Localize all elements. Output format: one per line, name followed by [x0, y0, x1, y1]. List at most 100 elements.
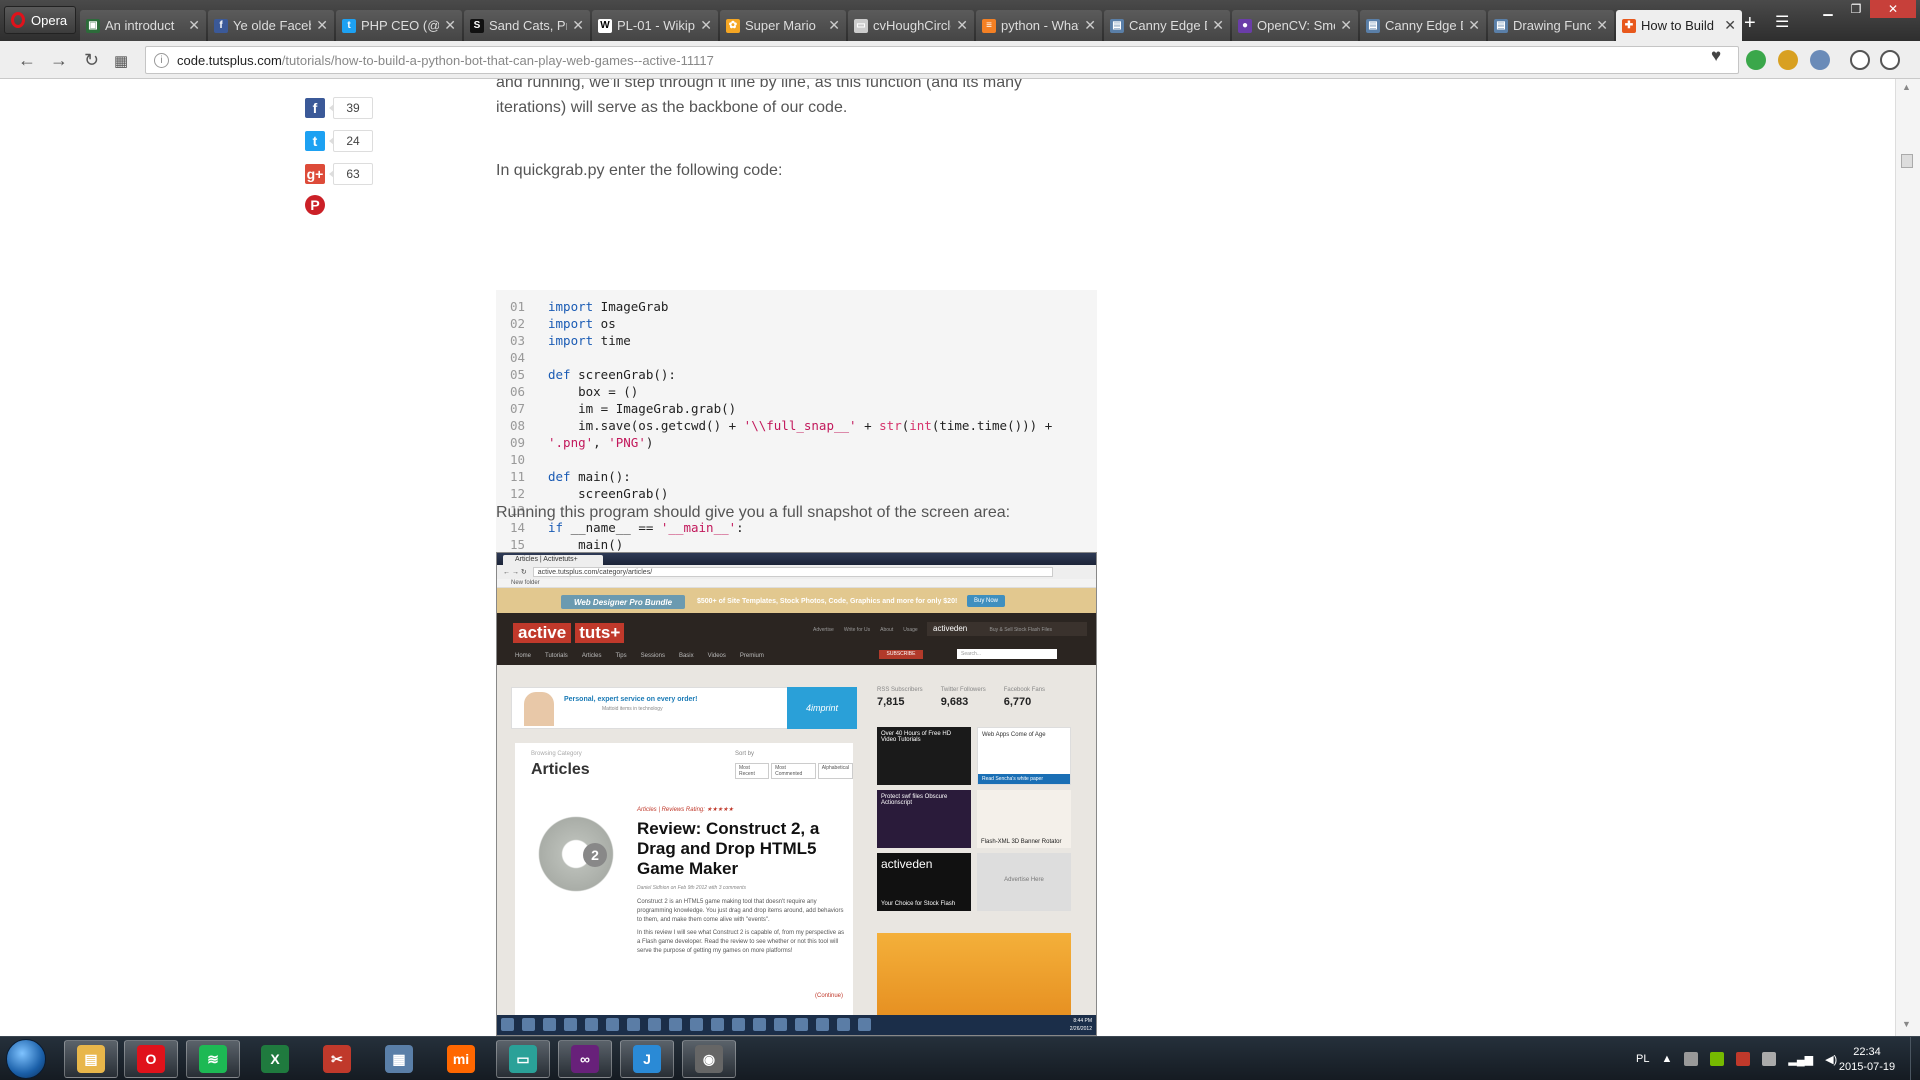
share-google-plus[interactable]: g+ 63: [305, 163, 373, 185]
taskbar-app-explorer[interactable]: ▤: [64, 1040, 118, 1078]
tab-close-icon[interactable]: ✕: [700, 17, 712, 34]
line-number: 04: [510, 350, 526, 365]
back-icon[interactable]: ←: [18, 50, 36, 71]
extension-gear-icon[interactable]: [1810, 50, 1830, 70]
close-window-icon[interactable]: ✕: [1870, 0, 1916, 18]
tray-nvidia-icon[interactable]: [1710, 1052, 1725, 1066]
browser-tab[interactable]: ✿ Super Mario ✕: [720, 10, 846, 41]
shot-subscribe: SUBSCRIBE: [879, 650, 923, 659]
start-button[interactable]: [6, 1039, 46, 1079]
browser-tab[interactable]: ▤ Canny Edge D ✕: [1360, 10, 1486, 41]
opera-icon: O: [137, 1045, 165, 1073]
speed-dial-icon[interactable]: ▦: [114, 52, 128, 70]
tab-close-icon[interactable]: ✕: [1468, 17, 1480, 34]
browser-tab[interactable]: W PL-01 - Wikip ✕: [592, 10, 718, 41]
tab-menu-icon[interactable]: ☰: [1775, 12, 1789, 32]
browser-tab[interactable]: ▤ Drawing Func ✕: [1488, 10, 1614, 41]
page-scrollbar[interactable]: ▲ ▼: [1896, 79, 1920, 1036]
browser-tab[interactable]: t PHP CEO (@PH ✕: [336, 10, 462, 41]
taskbar-app-game-pad[interactable]: ◉: [682, 1040, 736, 1078]
google-plus-icon[interactable]: g+: [305, 164, 325, 184]
shot-nav-item: Tutorials: [545, 653, 568, 659]
browser-tab[interactable]: ≡ python - What ✕: [976, 10, 1102, 41]
address-bar[interactable]: i code.tutsplus.com/tutorials/how-to-bui…: [145, 46, 1739, 74]
clock-time: 22:34: [1853, 1046, 1881, 1058]
forward-icon[interactable]: →: [50, 50, 68, 71]
tray-device-icon[interactable]: [1762, 1052, 1777, 1066]
taskbar-app-paint-tool[interactable]: ✂: [310, 1040, 364, 1078]
tab-close-icon[interactable]: ✕: [316, 17, 328, 34]
scroll-thumb[interactable]: [1901, 154, 1913, 168]
download-icon[interactable]: [1850, 50, 1870, 70]
shot-continue-link: (Continue): [815, 993, 844, 999]
tray-app-icon[interactable]: [1684, 1052, 1699, 1066]
url-domain: code.tutsplus.com: [177, 52, 282, 68]
browser-tab[interactable]: ▭ cvHoughCircle ✕: [848, 10, 974, 41]
shot-stat-label: RSS Subscribers: [877, 687, 923, 693]
browser-tab[interactable]: ● OpenCV: Smo ✕: [1232, 10, 1358, 41]
article-paragraph-intro: In quickgrab.py enter the following code…: [496, 162, 783, 179]
taskbar-app-opera[interactable]: O: [124, 1040, 178, 1078]
tab-close-icon[interactable]: ✕: [572, 17, 584, 34]
browser-tab[interactable]: ✚ How to Build ✕: [1616, 10, 1742, 41]
tab-close-icon[interactable]: ✕: [828, 17, 840, 34]
taskbar-app-excel[interactable]: X: [248, 1040, 302, 1078]
shot-stat: Facebook Fans 6,770: [1004, 687, 1045, 708]
tab-close-icon[interactable]: ✕: [444, 17, 456, 34]
stash-heart-icon[interactable]: ♥: [1711, 46, 1721, 66]
shot-ad-person: [524, 692, 554, 726]
show-desktop-button[interactable]: [1910, 1037, 1920, 1080]
facebook-icon[interactable]: f: [305, 98, 325, 118]
taskbar-app-spotify[interactable]: ≋: [186, 1040, 240, 1078]
shot-nav-item: Tips: [615, 653, 627, 659]
system-clock[interactable]: 22:34 2015-07-19: [1832, 1045, 1902, 1075]
browser-tab[interactable]: S Sand Cats, Pri ✕: [464, 10, 590, 41]
windows-taskbar: ▤ O ≋ X ✂ ▦ mi ▭ ∞ J ◉ PL ▲ ▂▄▆ ◀) 22:34 2015-07-1…: [0, 1036, 1920, 1080]
reload-icon[interactable]: ↻: [84, 50, 99, 71]
taskbar-app-jetbrains[interactable]: J: [620, 1040, 674, 1078]
taskbar-app-terminal[interactable]: ▭: [496, 1040, 550, 1078]
tab-close-icon[interactable]: ✕: [1084, 17, 1096, 34]
shot-logo-tuts: tuts+: [575, 623, 625, 643]
tab-close-icon[interactable]: ✕: [1212, 17, 1224, 34]
shot-main-column: Browsing Category Articles Sort by Most …: [515, 743, 853, 1029]
extension-shield-icon[interactable]: [1746, 50, 1766, 70]
scroll-down-icon[interactable]: ▼: [1902, 1019, 1911, 1029]
pinterest-icon[interactable]: P: [305, 195, 325, 215]
tab-title: How to Build: [1641, 18, 1714, 33]
taskbar-app-network-tool[interactable]: ▦: [372, 1040, 426, 1078]
scroll-up-icon[interactable]: ▲: [1902, 82, 1911, 92]
minimize-icon[interactable]: ▁: [1814, 0, 1842, 18]
line-number: 08: [510, 418, 526, 433]
taskbar-app-visual-studio[interactable]: ∞: [558, 1040, 612, 1078]
tab-close-icon[interactable]: ✕: [956, 17, 968, 34]
taskbar-app-mi-app[interactable]: mi: [434, 1040, 488, 1078]
network-signal-icon[interactable]: ▂▄▆: [1788, 1053, 1813, 1066]
tray-warning-icon[interactable]: [1736, 1052, 1751, 1066]
share-twitter[interactable]: t 24: [305, 130, 373, 152]
new-tab-icon[interactable]: +: [1744, 12, 1756, 35]
tab-favicon-icon: ▤: [1494, 18, 1508, 33]
browser-tab[interactable]: ▣ An introduct ✕: [80, 10, 206, 41]
account-icon[interactable]: [1880, 50, 1900, 70]
tab-close-icon[interactable]: ✕: [1340, 17, 1352, 34]
shot-nav: Home Tutorials Articles Tips Sessions Basix Vi…: [515, 653, 764, 659]
tab-close-icon[interactable]: ✕: [1596, 17, 1608, 34]
share-facebook[interactable]: f 39: [305, 97, 373, 119]
share-pinterest[interactable]: P: [305, 195, 325, 215]
site-info-icon[interactable]: i: [154, 52, 169, 68]
tray-expand-icon[interactable]: ▲: [1661, 1053, 1672, 1065]
shot-ad: Personal, expert service on every order!…: [511, 687, 799, 729]
opera-menu-button[interactable]: Opera: [4, 6, 76, 34]
tab-close-icon[interactable]: ✕: [1724, 17, 1736, 34]
tab-title: Canny Edge D: [1129, 18, 1208, 33]
maximize-icon[interactable]: ❐: [1842, 0, 1870, 18]
browser-tab[interactable]: f Ye olde Faceb ✕: [208, 10, 334, 41]
tab-strip: ▣ An introduct ✕ f Ye olde Faceb ✕ t PHP CEO (@…: [80, 10, 1744, 41]
tab-close-icon[interactable]: ✕: [188, 17, 200, 34]
extension-bulb-icon[interactable]: [1778, 50, 1798, 70]
shot-sort-option: Alphabetical: [817, 763, 853, 779]
browser-tab[interactable]: ▤ Canny Edge D ✕: [1104, 10, 1230, 41]
twitter-icon[interactable]: t: [305, 131, 325, 151]
language-indicator[interactable]: PL: [1636, 1053, 1649, 1065]
